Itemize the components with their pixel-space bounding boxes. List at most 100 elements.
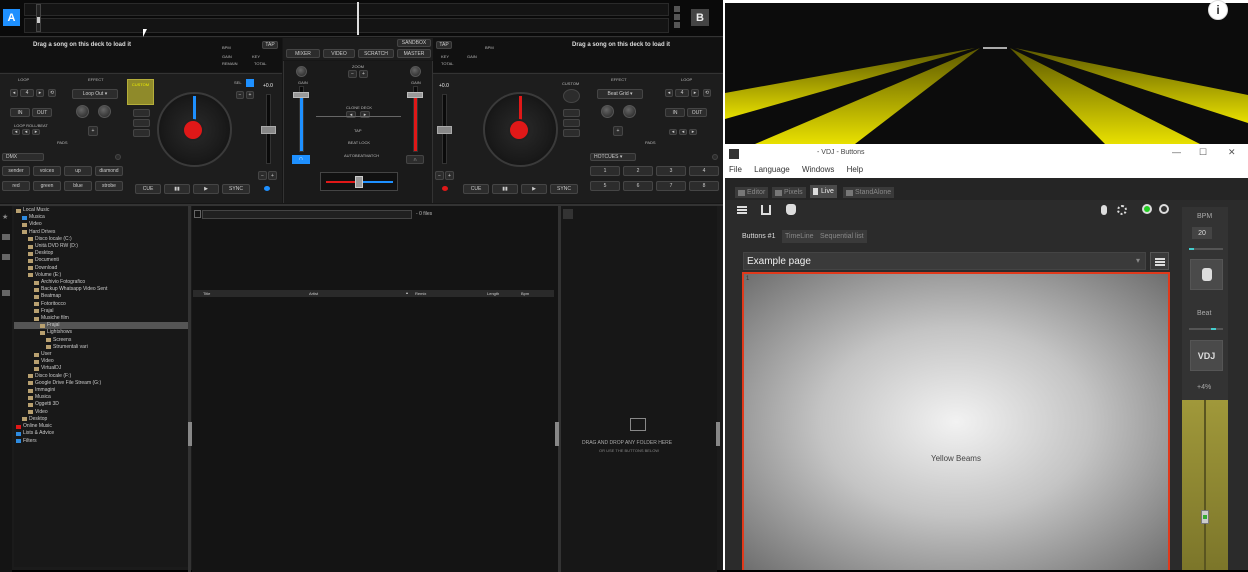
sideview-panel[interactable]: DRAG AND DROP ANY FOLDER HERE OR USE THE…	[561, 206, 717, 572]
deck-a-info[interactable]: Drag a song on this deck to load it BPM …	[0, 38, 282, 72]
deck-b-custom-3[interactable]	[563, 119, 580, 127]
scroll-down-arrow-icon[interactable]	[674, 22, 680, 28]
deck-a-pitch-handle[interactable]	[261, 126, 276, 134]
folder-item[interactable]: Hard Drives	[14, 229, 188, 236]
channel-a-headphone-icon[interactable]: ∩	[292, 155, 310, 164]
hand-icon[interactable]	[786, 204, 796, 215]
deck-a-fx-plus[interactable]: +	[88, 126, 98, 136]
col-title[interactable]: Title	[203, 291, 210, 296]
folder-item[interactable]: Oggetti 3D	[14, 401, 188, 408]
deck-b-fx-knob-2[interactable]	[623, 105, 636, 118]
folder-item[interactable]: Desktop	[14, 416, 188, 423]
subtab-timeline[interactable]: TimeLine	[782, 230, 817, 243]
maximize-button[interactable]: ☐	[1199, 147, 1207, 158]
deck-a-custom-button[interactable]: CUSTOM	[127, 79, 154, 105]
deck-a-pitch-plus[interactable]: +	[246, 91, 254, 99]
folder-tree[interactable]: Local Music Musica Video Hard Drives Disco l…	[14, 207, 188, 567]
waveform-zoom-slider[interactable]	[36, 4, 41, 32]
deck-b-pitch-handle[interactable]	[437, 126, 452, 134]
filter-icon[interactable]	[2, 254, 10, 260]
deck-b-custom-1[interactable]	[563, 89, 580, 103]
dmx-icon[interactable]	[1117, 205, 1127, 215]
search-icon[interactable]	[194, 210, 201, 218]
deck-a-in-button[interactable]: IN	[10, 108, 30, 117]
deck-b-loop-toggle[interactable]: ⟲	[703, 89, 711, 97]
deck-a-roll-2[interactable]: ◂	[22, 129, 30, 135]
minimize-button[interactable]: —	[1172, 147, 1181, 157]
folder-item[interactable]: Musica	[14, 394, 188, 401]
deck-a-pad-mode-select[interactable]: DMX	[2, 153, 44, 161]
folder-item[interactable]: Frajal	[14, 308, 188, 315]
menu-windows[interactable]: Windows	[802, 165, 834, 174]
tab-master[interactable]: MASTER	[397, 49, 431, 58]
folder-item[interactable]: Google Drive File Stream (G:)	[14, 380, 188, 387]
folder-item[interactable]: Strumentali vari	[14, 344, 188, 351]
deck-a-effect-select[interactable]: Loop Out ▾	[72, 89, 118, 99]
folder-item[interactable]: Volume (E:)	[14, 272, 188, 279]
mixer-zoom-minus[interactable]: −	[348, 70, 357, 78]
folder-item[interactable]: Backup Whatsapp Video Sent	[14, 286, 188, 293]
menu-file[interactable]: File	[729, 165, 742, 174]
folder-item[interactable]: Frajal	[14, 322, 188, 330]
folder-item[interactable]: Screens	[14, 337, 188, 344]
deck-a-roll-1[interactable]: ◂	[12, 129, 20, 135]
folder-item[interactable]: User	[14, 351, 188, 358]
tab-live[interactable]: Live	[810, 185, 837, 198]
export-icon[interactable]	[761, 205, 771, 215]
col-artist[interactable]: Artist	[309, 291, 318, 296]
deck-b-pad-7[interactable]: 7	[656, 181, 686, 191]
deck-a-sync-button[interactable]: SYNC	[222, 184, 250, 194]
deck-a-pad-5[interactable]: red	[2, 181, 30, 191]
deck-b-tap-button[interactable]: TAP	[436, 41, 452, 49]
deck-b-badge[interactable]: B	[691, 9, 709, 26]
folder-item[interactable]: Disco locale (F:)	[14, 373, 188, 380]
deck-b-pad-settings[interactable]	[712, 154, 718, 160]
deck-a-pad-7[interactable]: blue	[64, 181, 92, 191]
deck-b-roll-2[interactable]: ◂	[679, 129, 687, 135]
channel-a-fader-handle[interactable]	[293, 92, 309, 98]
list-icon[interactable]	[2, 234, 10, 240]
deck-b-pad-5[interactable]: 5	[590, 181, 620, 191]
col-bpm[interactable]: Bpm	[521, 291, 529, 296]
deck-a-pitch-reset-minus[interactable]: −	[258, 171, 267, 180]
deck-a-pad-1[interactable]: sender	[2, 166, 30, 176]
green-status-icon[interactable]	[1142, 204, 1152, 214]
mixer-zoom-plus[interactable]: +	[359, 70, 368, 78]
deck-a-loop-inc-button[interactable]: ▸	[36, 89, 44, 97]
tab-standalone[interactable]: StandAlone	[843, 187, 895, 198]
tab-editor[interactable]: Editor	[735, 187, 769, 198]
folder-item[interactable]: Download	[14, 265, 188, 272]
tab-scratch[interactable]: SCRATCH	[358, 49, 394, 58]
folder-item[interactable]: Archivio Fotografico	[14, 279, 188, 286]
deck-b-custom-4[interactable]	[563, 129, 580, 137]
deck-a-cue-button[interactable]: CUE	[135, 184, 161, 194]
deck-a-play-button[interactable]: ▶	[193, 184, 219, 194]
deck-b-pad-1[interactable]: 1	[590, 166, 620, 176]
sideview-tab[interactable]	[563, 209, 573, 219]
deck-a-pause-button[interactable]: ▮▮	[164, 184, 190, 194]
folder-item[interactable]: Beatmap	[14, 293, 188, 300]
folder-item[interactable]: Video	[14, 409, 188, 416]
hamburger-icon[interactable]	[737, 206, 747, 214]
deck-b-pad-4[interactable]: 4	[689, 166, 719, 176]
crossfader[interactable]	[320, 172, 398, 191]
deck-a-pitch-minus[interactable]: −	[236, 91, 244, 99]
deck-b-sync-button[interactable]: SYNC	[550, 184, 578, 194]
tree-splitter[interactable]	[188, 206, 191, 572]
deck-a-pad-settings[interactable]	[115, 154, 121, 160]
deck-b-roll-3[interactable]: ▸	[689, 129, 697, 135]
channel-b-fader-handle[interactable]	[407, 92, 423, 98]
deck-b-play-button[interactable]: ▶	[521, 184, 547, 194]
subtab-sequential[interactable]: Sequential list	[817, 230, 867, 243]
deck-a-pad-6[interactable]: green	[33, 181, 61, 191]
tab-mixer[interactable]: MIXER	[286, 49, 320, 58]
deck-a-custom-4[interactable]	[133, 129, 150, 137]
col-remix[interactable]: Remix	[415, 291, 426, 296]
deck-a-loop-dec-button[interactable]: ◂	[10, 89, 18, 97]
folder-item[interactable]: Video	[14, 358, 188, 365]
deck-a-fx-knob-1[interactable]	[76, 105, 89, 118]
tab-video[interactable]: VIDEO	[323, 49, 355, 58]
deck-a-tap-button[interactable]: TAP	[262, 41, 278, 49]
page-select[interactable]: Example page ▾	[743, 252, 1146, 270]
deck-b-pitch-minus[interactable]: −	[435, 171, 444, 180]
